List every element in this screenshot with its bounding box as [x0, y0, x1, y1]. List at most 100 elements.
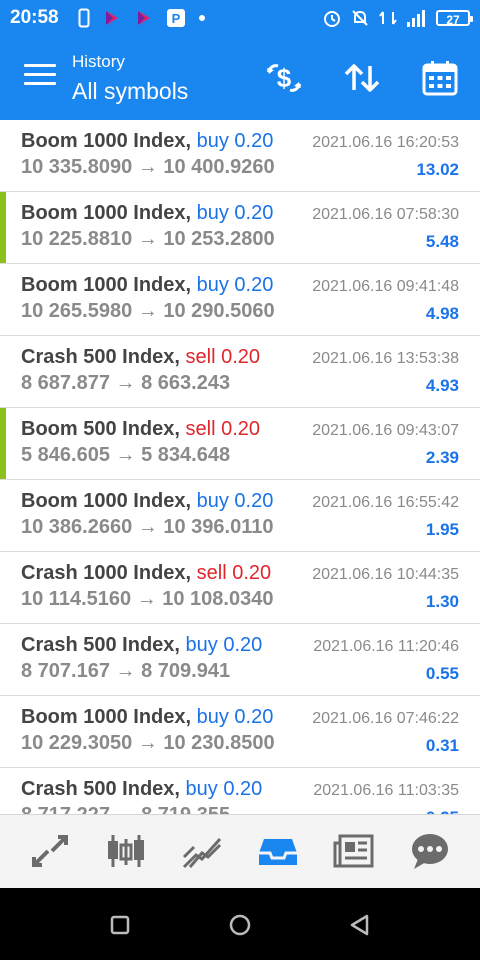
symbol-name: Crash 500 Index, [21, 634, 180, 656]
trade-row[interactable]: Crash 500 Index, sell 0.20 8 687.877 → 8 … [0, 336, 480, 408]
back-button-icon[interactable] [347, 912, 373, 938]
symbol-name: Boom 1000 Index, [21, 202, 192, 224]
quotes-arrows-icon[interactable] [28, 831, 72, 871]
trade-title: Crash 500 Index, buy 0.20 [21, 634, 262, 657]
trade-prices: 8 707.167 → 8 709.941 [21, 660, 230, 683]
trade-title: Crash 500 Index, sell 0.20 [21, 346, 260, 369]
sort-icon[interactable] [342, 58, 382, 98]
symbol-filter[interactable]: All symbols [72, 78, 188, 105]
open-price: 8 687.877 [21, 372, 110, 394]
trade-history-list[interactable]: Boom 1000 Index, buy 0.20 10 335.8090 → 1… [0, 120, 480, 814]
open-price: 10 225.8810 [21, 228, 133, 250]
trade-profit: 2.39 [425, 448, 459, 467]
trade-row[interactable]: Boom 1000 Index, buy 0.20 10 229.3050 → 1… [0, 696, 480, 768]
menu-button[interactable] [24, 64, 56, 90]
trade-title: Boom 1000 Index, buy 0.20 [21, 130, 273, 153]
symbol-name: Boom 1000 Index, [21, 490, 192, 512]
symbol-name: Boom 1000 Index, [21, 130, 192, 152]
chat-bubble-icon[interactable] [408, 831, 452, 871]
phone-icon [78, 8, 90, 28]
open-price: 8 707.167 [21, 660, 110, 682]
recents-button-icon[interactable] [107, 912, 133, 938]
svg-text:$: $ [277, 63, 292, 93]
app-notification-icon [138, 11, 150, 25]
calendar-icon[interactable] [420, 58, 460, 98]
symbol-name: Boom 1000 Index, [21, 706, 192, 728]
trade-prices: 8 687.877 → 8 663.243 [21, 372, 230, 395]
trade-date: 2021.06.16 09:41:48 [312, 278, 459, 295]
app-bar: History All symbols $ [0, 36, 480, 120]
trade-prices: 10 225.8810 → 10 253.2800 [21, 228, 275, 251]
trade-trend-icon[interactable] [180, 831, 224, 871]
trade-title: Boom 500 Index, sell 0.20 [21, 418, 260, 441]
trade-prices: 10 265.5980 → 10 290.5060 [21, 300, 275, 323]
trade-prices: 8 717.227 → 8 719.355 [21, 804, 230, 814]
trade-prices: 5 846.605 → 5 834.648 [21, 444, 230, 467]
trade-prices: 10 114.5160 → 10 108.0340 [21, 588, 273, 611]
history-inbox-icon[interactable] [256, 831, 300, 871]
trade-side: sell 0.20 [196, 562, 272, 584]
page-title: History [72, 52, 125, 71]
trade-side: buy 0.20 [196, 274, 274, 296]
home-button-icon[interactable] [227, 912, 253, 938]
trade-side: sell 0.20 [185, 346, 261, 368]
trade-profit: 0.55 [425, 664, 459, 683]
trade-date: 2021.06.16 16:55:42 [312, 494, 459, 511]
open-price: 5 846.605 [21, 444, 110, 466]
open-price: 10 114.5160 [21, 588, 132, 610]
arrow-right-icon: → [137, 516, 158, 538]
close-price: 10 108.0340 [162, 588, 274, 610]
close-price: 8 663.243 [141, 372, 231, 394]
signal-icon [407, 10, 425, 27]
arrow-right-icon: → [136, 588, 157, 610]
trade-row[interactable]: Boom 1000 Index, buy 0.20 10 225.8810 → 1… [0, 192, 480, 264]
trade-date: 2021.06.16 09:43:07 [312, 422, 459, 439]
trade-title: Boom 1000 Index, buy 0.20 [21, 490, 273, 513]
mute-icon [352, 10, 368, 26]
arrow-right-icon: → [115, 372, 136, 394]
trade-side: buy 0.20 [196, 706, 274, 728]
close-price: 10 230.8500 [163, 732, 275, 754]
trade-row[interactable]: Boom 500 Index, sell 0.20 5 846.605 → 5 8… [0, 408, 480, 480]
symbol-name: Boom 500 Index, [21, 418, 180, 440]
trade-date: 2021.06.16 07:58:30 [312, 206, 459, 223]
trade-row[interactable]: Boom 1000 Index, buy 0.20 10 335.8090 → 1… [0, 120, 480, 192]
close-price: 8 719.355 [141, 804, 230, 814]
position-marker [0, 408, 6, 479]
hamburger-icon [24, 64, 56, 67]
trade-row[interactable]: Crash 1000 Index, sell 0.20 10 114.5160 →… [0, 552, 480, 624]
trade-date: 2021.06.16 13:53:38 [312, 350, 459, 367]
arrow-right-icon: → [137, 228, 158, 250]
trade-row[interactable]: Boom 1000 Index, buy 0.20 10 265.5980 → 1… [0, 264, 480, 336]
trade-side: buy 0.20 [196, 130, 274, 152]
arrow-right-icon: → [137, 156, 158, 178]
trade-side: buy 0.20 [196, 490, 274, 512]
trade-row[interactable]: Boom 1000 Index, buy 0.20 10 386.2660 → 1… [0, 480, 480, 552]
candlestick-chart-icon[interactable] [104, 831, 148, 871]
trade-title: Crash 1000 Index, sell 0.20 [21, 562, 271, 585]
battery-icon: 27 [436, 10, 473, 27]
trade-title: Boom 1000 Index, buy 0.20 [21, 706, 273, 729]
trade-date: 2021.06.16 11:03:35 [313, 782, 459, 799]
open-price: 10 335.8090 [21, 156, 133, 178]
arrow-right-icon: → [115, 444, 136, 466]
trade-title: Boom 1000 Index, buy 0.20 [21, 202, 273, 225]
dot-icon [199, 15, 205, 21]
trade-date: 2021.06.16 16:20:53 [312, 134, 459, 151]
newspaper-icon[interactable] [332, 831, 376, 871]
open-price: 8 717.227 [21, 804, 110, 814]
trade-profit: 5.48 [425, 232, 459, 251]
symbol-name: Boom 1000 Index, [21, 274, 192, 296]
dollar-exchange-icon[interactable]: $ [264, 58, 304, 98]
trade-profit: 0.31 [425, 736, 459, 755]
trade-side: sell 0.20 [185, 418, 261, 440]
trade-row[interactable]: Crash 500 Index, buy 0.20 8 717.227 → 8 7… [0, 768, 480, 814]
trade-profit: 4.93 [425, 376, 459, 395]
trade-profit: 13.02 [416, 160, 459, 179]
close-price: 10 396.0110 [163, 516, 274, 538]
status-bar: 20:58 P 27 [0, 0, 480, 36]
open-price: 10 265.5980 [21, 300, 133, 322]
trade-row[interactable]: Crash 500 Index, buy 0.20 8 707.167 → 8 7… [0, 624, 480, 696]
system-icons: 27 [322, 7, 473, 29]
parking-app-icon: P [167, 9, 185, 27]
